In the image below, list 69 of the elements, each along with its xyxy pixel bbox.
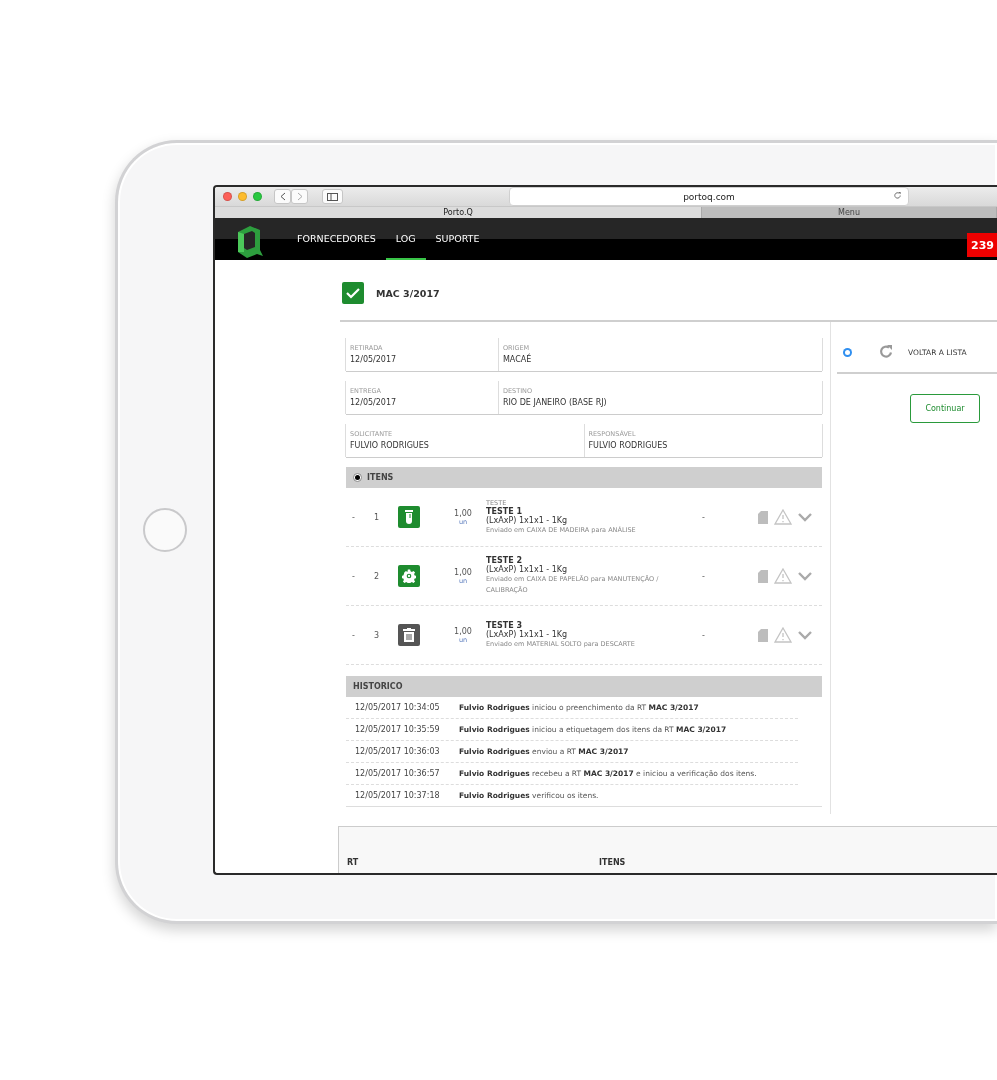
field-value: FULVIO RODRIGUES xyxy=(588,441,669,450)
forward-button[interactable] xyxy=(291,189,308,204)
chevron-right-icon xyxy=(296,192,303,201)
close-button[interactable] xyxy=(223,192,232,201)
chevron-down-icon[interactable] xyxy=(798,630,812,640)
home-button[interactable] xyxy=(142,508,187,552)
document-icon[interactable] xyxy=(758,628,768,642)
row-dash: - xyxy=(352,571,356,581)
chevron-left-icon xyxy=(279,192,286,201)
nav-link[interactable]: LOG xyxy=(385,218,426,260)
checkmark-icon xyxy=(346,287,360,299)
item-status: - xyxy=(702,571,706,581)
item-number: 1 xyxy=(374,512,381,522)
nav-link[interactable]: SUPORTE xyxy=(425,218,490,260)
field-value: 12/05/2017 xyxy=(350,355,398,364)
row-dash: - xyxy=(352,630,356,640)
row-dash: - xyxy=(352,512,356,522)
record-title: MAC 3/2017 xyxy=(376,287,440,299)
warning-icon[interactable] xyxy=(774,627,792,643)
notification-badge[interactable]: 239 xyxy=(967,233,997,257)
reload-icon[interactable] xyxy=(893,191,902,200)
field-value: FULVIO RODRIGUES xyxy=(350,441,430,450)
nav-link[interactable]: FORNECEDORES xyxy=(287,218,386,260)
item-status: - xyxy=(702,512,706,522)
chevron-down-icon[interactable] xyxy=(798,571,812,581)
document-icon[interactable] xyxy=(758,510,768,524)
refresh-icon[interactable] xyxy=(878,344,894,360)
item-name: TESTE 2 xyxy=(486,556,523,565)
radio-button[interactable] xyxy=(843,347,852,357)
item-quantity: 1,00 xyxy=(454,626,472,636)
history-time: 12/05/2017 10:34:05 xyxy=(355,703,441,712)
history-time: 12/05/2017 10:36:57 xyxy=(355,769,441,778)
back-button[interactable] xyxy=(274,189,291,204)
field-value: MACAÉ xyxy=(502,355,533,364)
item-name: TESTE 3 xyxy=(486,620,523,630)
trash-icon xyxy=(403,628,415,642)
item-size: (LxAxP) 1x1x1 - 1Kg xyxy=(486,515,569,525)
browser-tab[interactable]: Menu xyxy=(702,207,997,218)
item-number: 3 xyxy=(374,630,381,640)
radio-button[interactable] xyxy=(353,473,362,482)
item-name: TESTE 1 xyxy=(486,506,523,516)
document-icon[interactable] xyxy=(758,569,768,583)
history-time: 12/05/2017 10:37:18 xyxy=(355,791,441,800)
history-time: 12/05/2017 10:35:59 xyxy=(355,725,441,734)
history-time: 12/05/2017 10:36:03 xyxy=(355,747,441,756)
item-quantity: 1,00 xyxy=(454,567,472,577)
section-title: HISTORICO xyxy=(353,682,403,691)
sidebar-icon xyxy=(327,192,338,201)
address-bar[interactable]: portoq.com xyxy=(509,187,909,206)
browser-tab[interactable]: Porto.Q xyxy=(215,207,702,218)
test-tube-icon xyxy=(405,510,413,524)
field-value: RIO DE JANEIRO (BASE RJ) xyxy=(502,398,608,407)
column-header: RT xyxy=(347,858,360,867)
sidebar-button[interactable] xyxy=(322,189,343,204)
item-size: (LxAxP) 1x1x1 - 1Kg xyxy=(486,629,569,639)
column-header: ITENS xyxy=(599,858,627,867)
maximize-button[interactable] xyxy=(253,192,262,201)
logo[interactable] xyxy=(235,224,265,260)
item-status: - xyxy=(702,630,706,640)
item-quantity: 1,00 xyxy=(454,508,472,518)
continue-button[interactable]: Continuar xyxy=(910,394,980,423)
minimize-button[interactable] xyxy=(238,192,247,201)
item-number: 2 xyxy=(374,571,381,581)
field-value: 12/05/2017 xyxy=(350,398,398,407)
warning-icon[interactable] xyxy=(774,509,792,525)
chevron-down-icon[interactable] xyxy=(798,512,812,522)
item-size: (LxAxP) 1x1x1 - 1Kg xyxy=(486,565,569,574)
section-title: ITENS xyxy=(367,473,394,482)
warning-icon[interactable] xyxy=(774,568,792,584)
